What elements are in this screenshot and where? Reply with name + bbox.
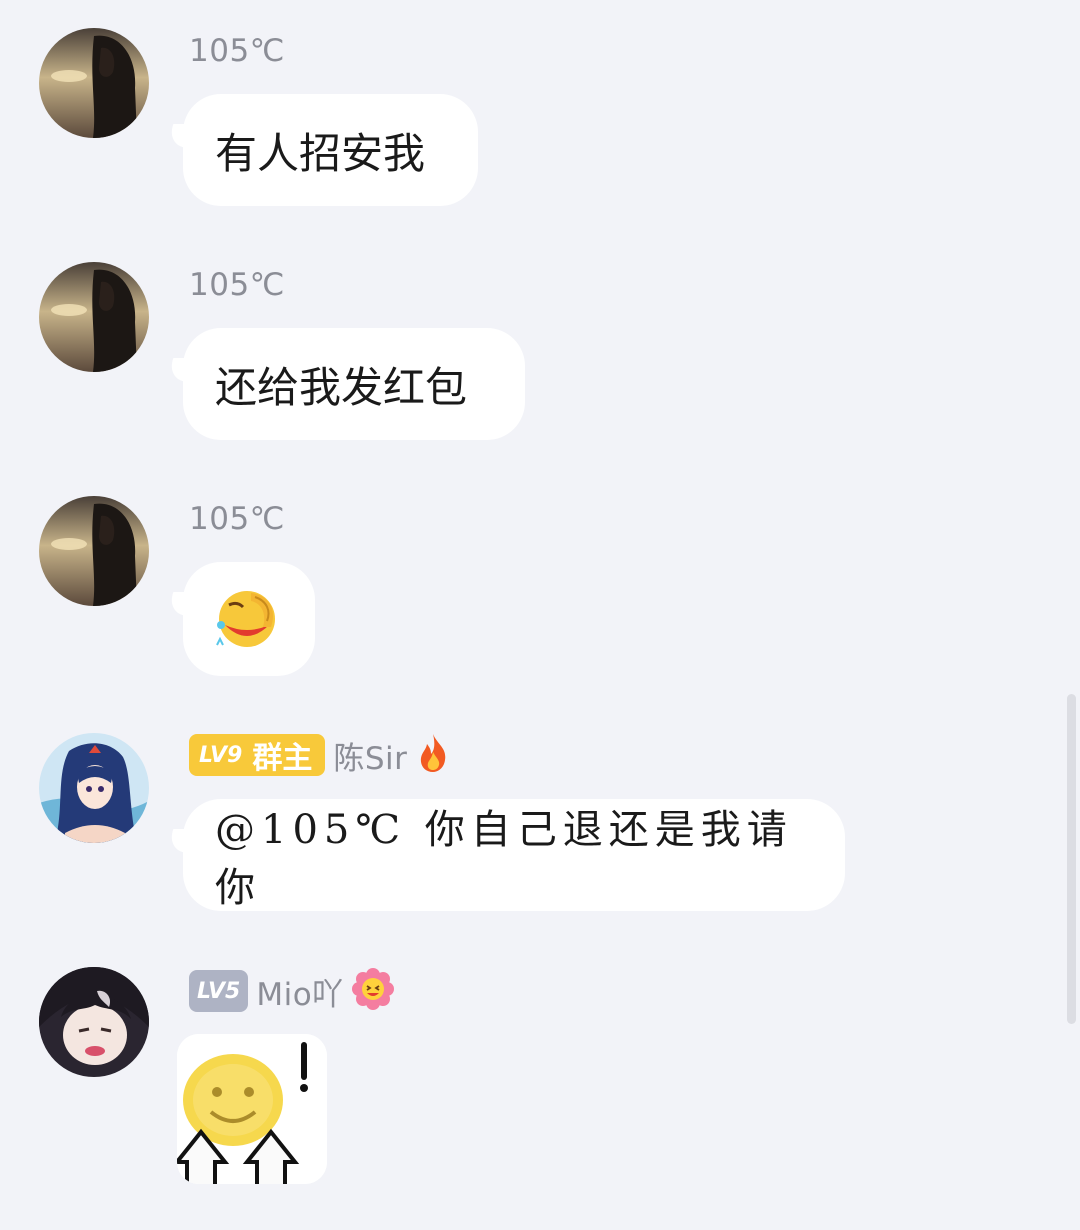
member-badge: LV5 [189, 970, 249, 1012]
sender-name[interactable]: 105℃ [189, 33, 285, 69]
avatar[interactable] [39, 262, 149, 372]
sender-name[interactable]: Mio吖 [256, 969, 343, 1014]
fire-icon [415, 732, 451, 778]
sender-meta: 105℃ [189, 29, 285, 73]
message-bubble[interactable]: 还给我发红包 [183, 328, 525, 440]
message-bubble[interactable]: @105℃ 你自己退还是我请你 [183, 799, 845, 911]
flower-smile-icon [351, 968, 394, 1014]
sender-name[interactable]: 陈Sir [333, 733, 407, 778]
message-text: @105℃ 你自己退还是我请你 [215, 807, 793, 911]
sender-name[interactable]: 105℃ [189, 501, 285, 537]
message-text: 还给我发红包 [215, 362, 468, 412]
avatar[interactable] [39, 967, 149, 1077]
avatar[interactable] [39, 28, 149, 138]
sender-meta: 105℃ [189, 263, 285, 307]
blurry-smiley-pointing-up-sticker[interactable] [177, 1034, 327, 1184]
sender-meta: LV5 Mio吖 [189, 968, 394, 1014]
role-label: 群主 [252, 741, 313, 776]
avatar[interactable] [39, 733, 149, 843]
level-label: LV5 [197, 978, 241, 1004]
avatar[interactable] [39, 496, 149, 606]
sender-meta: 105℃ [189, 497, 285, 541]
level-label: LV9 [199, 742, 243, 768]
sender-meta: LV9 群主 陈Sir [189, 733, 451, 777]
scrollbar[interactable] [1067, 694, 1076, 1024]
owner-badge: LV9 群主 [189, 734, 326, 776]
sender-name[interactable]: 105℃ [189, 267, 285, 303]
message-bubble[interactable] [183, 562, 315, 676]
message-bubble[interactable]: 有人招安我 [183, 94, 478, 206]
message-text: 有人招安我 [215, 128, 426, 178]
facepalm-crying-laughing-emoji [211, 587, 281, 651]
